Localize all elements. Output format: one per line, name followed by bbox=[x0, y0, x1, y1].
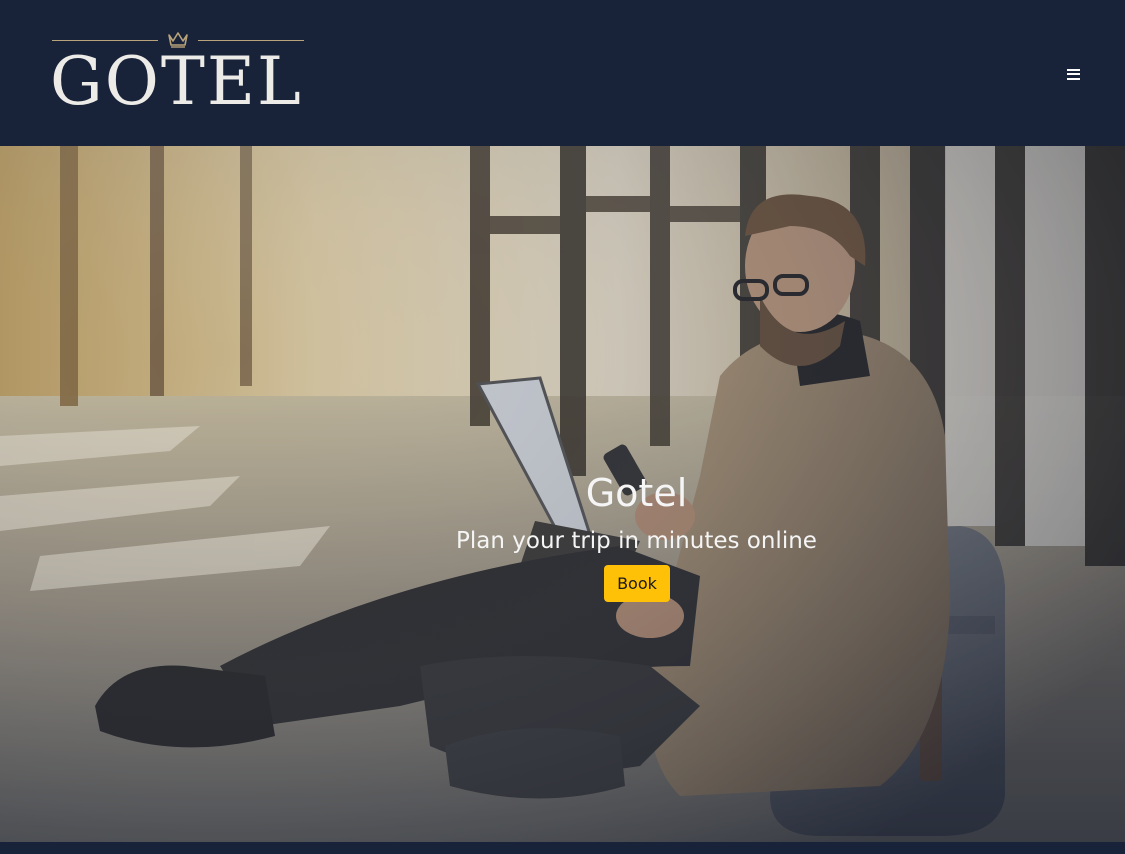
menu-toggle-button[interactable] bbox=[1060, 61, 1086, 87]
logo-right-rule bbox=[198, 40, 304, 41]
brand-logo[interactable]: Gotel bbox=[50, 28, 304, 120]
navbar: Gotel bbox=[0, 0, 1125, 146]
footer-strip bbox=[0, 842, 1125, 854]
hero-subtitle: Plan your trip in minutes online bbox=[456, 528, 817, 554]
hamburger-menu-icon bbox=[1066, 68, 1080, 80]
hero-title: Gotel bbox=[585, 471, 688, 515]
hero-section: Gotel Plan your trip in minutes online B… bbox=[0, 146, 1125, 842]
logo-left-rule bbox=[52, 40, 158, 41]
logo-wordmark: Gotel bbox=[50, 43, 303, 120]
book-button[interactable]: Book bbox=[604, 565, 670, 602]
